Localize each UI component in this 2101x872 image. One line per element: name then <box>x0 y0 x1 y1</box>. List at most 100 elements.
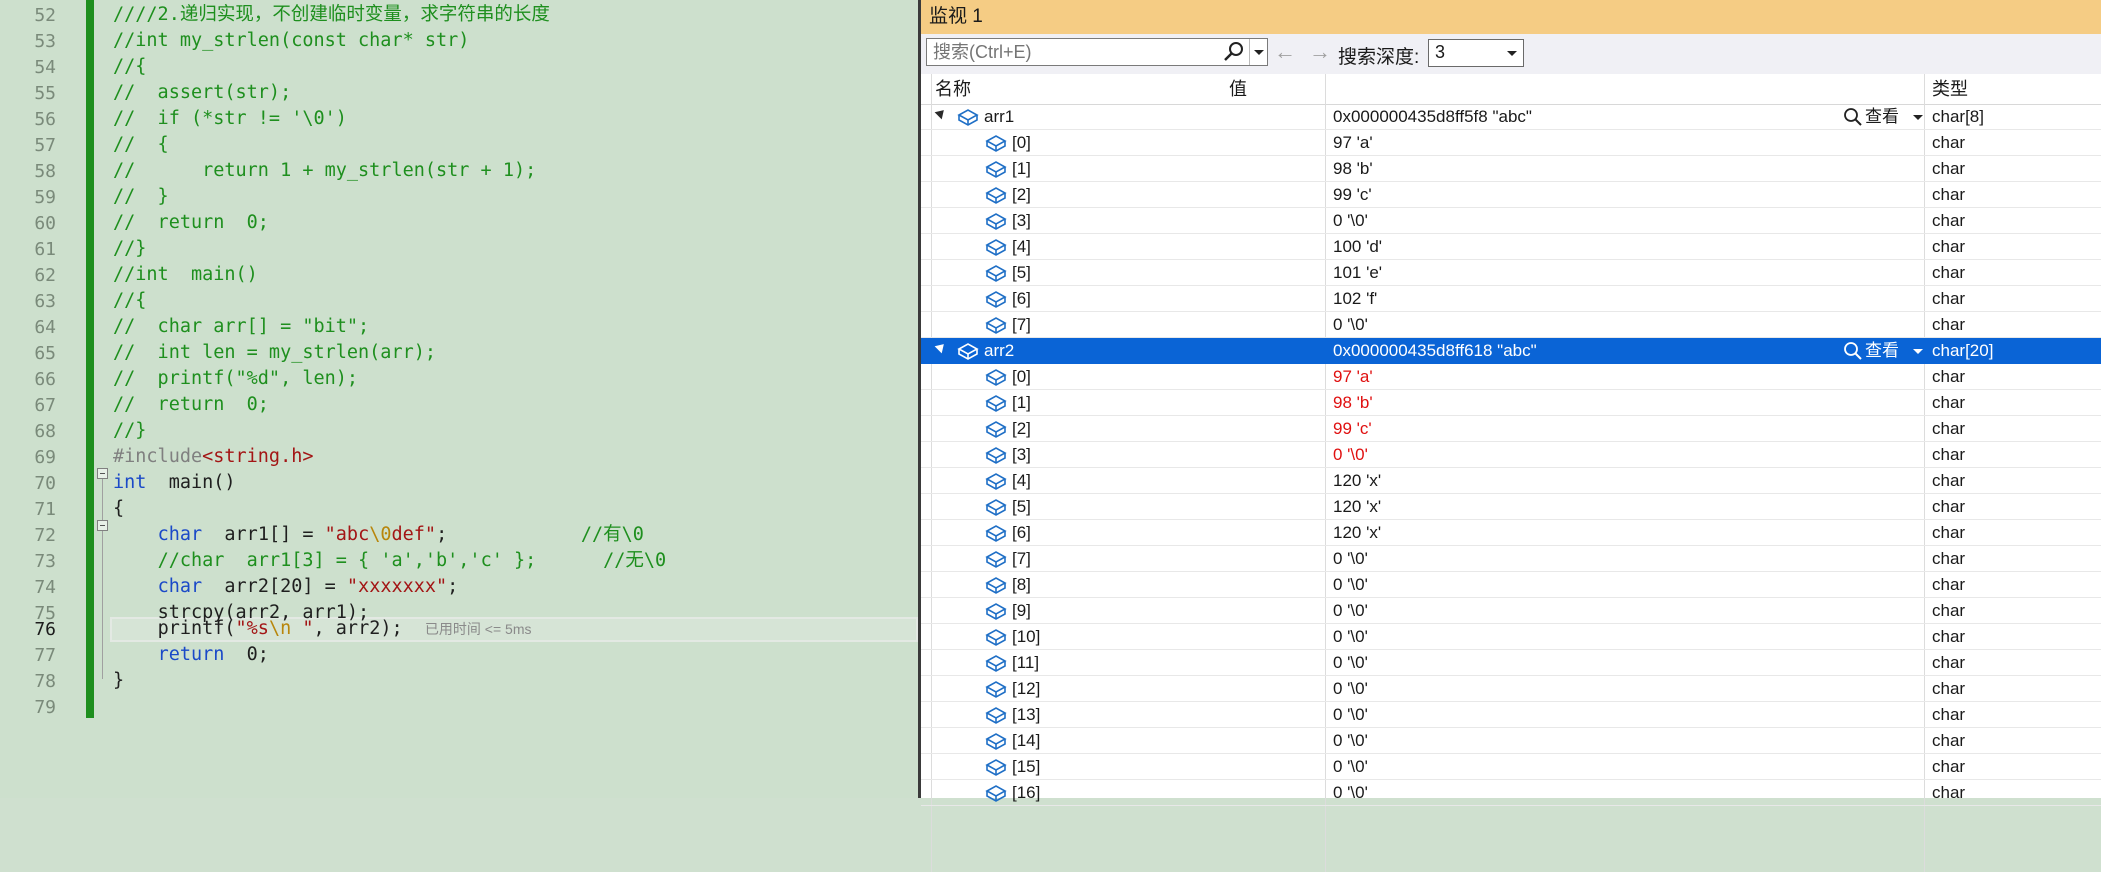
view-visualizer-button[interactable]: 查看 <box>1839 104 1925 130</box>
watch-row-arr1[interactable]: arr1 0x000000435d8ff5f8 "abc" 查看 char[8] <box>921 104 2101 130</box>
watch-item-type: char <box>1932 419 1966 438</box>
variable-object-icon <box>985 291 1007 308</box>
watch-item-value[interactable]: 0 '\0' <box>1333 546 1368 572</box>
watch-row-element[interactable]: [3] 0 '\0' char <box>921 208 2101 234</box>
variable-object-icon <box>985 161 1007 178</box>
watch-row-element[interactable]: [7] 0 '\0' char <box>921 546 2101 572</box>
variable-object-icon <box>985 655 1007 672</box>
header-name: <string.h> <box>202 446 314 467</box>
watch-item-type: char <box>1932 315 1966 334</box>
watch-item-value[interactable]: 0 '\0' <box>1333 572 1368 598</box>
watch-item-value[interactable]: 0x000000435d8ff618 "abc" <box>1333 338 1537 364</box>
code-line-commented-arr1: //char arr1[3] = { 'a','b','c' }; //无\0 <box>113 548 667 574</box>
chevron-down-icon[interactable] <box>1909 104 1923 130</box>
watch-item-value[interactable]: 0x000000435d8ff5f8 "abc" <box>1333 104 1532 130</box>
watch-item-value[interactable]: 99 'c' <box>1333 416 1372 442</box>
watch-item-value[interactable]: 0 '\0' <box>1333 780 1368 806</box>
search-depth-select[interactable]: 3 <box>1428 39 1524 67</box>
watch-row-element[interactable]: [3] 0 '\0' char <box>921 442 2101 468</box>
search-next-button[interactable]: → <box>1306 40 1334 64</box>
watch-item-value[interactable]: 0 '\0' <box>1333 650 1368 676</box>
watch-item-name: arr2 <box>984 341 1015 360</box>
watch-row-arr2[interactable]: arr2 0x000000435d8ff618 "abc" 查看 char[20] <box>921 338 2101 364</box>
column-header-name[interactable]: 名称 <box>927 74 971 104</box>
watch-item-type: char <box>1932 783 1966 802</box>
watch-item-value[interactable]: 120 'x' <box>1333 468 1381 494</box>
watch-row-element[interactable]: [1] 98 'b' char <box>921 390 2101 416</box>
watch-row-element[interactable]: [9] 0 '\0' char <box>921 598 2101 624</box>
search-options-dropdown[interactable] <box>1249 39 1268 65</box>
view-visualizer-button[interactable]: 查看 <box>1839 338 1925 364</box>
fold-guide-line <box>102 479 103 679</box>
code-editor[interactable]: 52 53 54 55 56 57 58 59 60 61 62 63 64 6… <box>0 0 918 798</box>
collapse-arrow-icon[interactable] <box>934 106 948 120</box>
watch-row-element[interactable]: [5] 101 'e' char <box>921 260 2101 286</box>
watch-row-element[interactable]: [8] 0 '\0' char <box>921 572 2101 598</box>
fold-main-toggle[interactable] <box>97 468 108 479</box>
watch-item-value[interactable]: 0 '\0' <box>1333 598 1368 624</box>
watch-row-element[interactable]: [16] 0 '\0' char <box>921 780 2101 806</box>
search-depth-value: 3 <box>1435 42 1446 62</box>
variable-object-icon <box>957 109 979 126</box>
watch-row-element[interactable]: [4] 100 'd' char <box>921 234 2101 260</box>
code-line-main: int main() <box>113 470 236 496</box>
code-line-include: #include<string.h> <box>113 444 314 470</box>
code-line-arr2: char arr2[20] = "xxxxxxx"; <box>113 574 459 600</box>
watch-window-title[interactable]: 监视 1 <box>921 0 2101 35</box>
watch-item-value[interactable]: 97 'a' <box>1333 364 1373 390</box>
watch-item-value[interactable]: 98 'b' <box>1333 390 1373 416</box>
watch-item-value[interactable]: 0 '\0' <box>1333 624 1368 650</box>
watch-item-value[interactable]: 0 '\0' <box>1333 312 1368 338</box>
column-header-value[interactable]: 值 <box>1221 74 1247 104</box>
watch-item-value[interactable]: 100 'd' <box>1333 234 1382 260</box>
view-label: 查看 <box>1865 341 1899 360</box>
watch-row-element[interactable]: [14] 0 '\0' char <box>921 728 2101 754</box>
line-number: 78 <box>34 671 56 692</box>
watch-row-element[interactable]: [6] 102 'f' char <box>921 286 2101 312</box>
watch-item-value[interactable]: 0 '\0' <box>1333 728 1368 754</box>
search-icon[interactable] <box>1222 41 1246 63</box>
watch-item-value[interactable]: 0 '\0' <box>1333 676 1368 702</box>
watch-item-value[interactable]: 0 '\0' <box>1333 754 1368 780</box>
chevron-down-icon[interactable] <box>1503 40 1519 66</box>
watch-row-element[interactable]: [1] 98 'b' char <box>921 156 2101 182</box>
code-line: // return 1 + my_strlen(str + 1); <box>113 160 537 181</box>
watch-row-element[interactable]: [12] 0 '\0' char <box>921 676 2101 702</box>
string-literal: def" <box>391 524 437 545</box>
search-previous-button[interactable]: ← <box>1271 40 1299 64</box>
watch-row-element[interactable]: [13] 0 '\0' char <box>921 702 2101 728</box>
watch-row-element[interactable]: [7] 0 '\0' char <box>921 312 2101 338</box>
watch-item-value[interactable]: 97 'a' <box>1333 130 1373 156</box>
watch-row-element[interactable]: [15] 0 '\0' char <box>921 754 2101 780</box>
change-indicator-bar <box>86 0 94 718</box>
collapse-arrow-icon[interactable] <box>934 340 948 354</box>
watch-item-value[interactable]: 99 'c' <box>1333 182 1372 208</box>
watch-item-value[interactable]: 98 'b' <box>1333 156 1373 182</box>
watch-row-element[interactable]: [11] 0 '\0' char <box>921 650 2101 676</box>
fold-block-toggle[interactable] <box>97 520 108 531</box>
watch-row-element[interactable]: [6] 120 'x' char <box>921 520 2101 546</box>
watch-item-value[interactable]: 101 'e' <box>1333 260 1382 286</box>
watch-item-value[interactable]: 120 'x' <box>1333 520 1381 546</box>
watch-row-element[interactable]: [2] 99 'c' char <box>921 416 2101 442</box>
watch-row-element[interactable]: [4] 120 'x' char <box>921 468 2101 494</box>
chevron-down-icon[interactable] <box>1909 338 1923 364</box>
watch-row-element[interactable]: [5] 120 'x' char <box>921 494 2101 520</box>
watch-item-name: [6] <box>1012 289 1031 308</box>
line-number: 77 <box>34 645 56 666</box>
watch-item-name: [0] <box>1012 133 1031 152</box>
watch-row-element[interactable]: [2] 99 'c' char <box>921 182 2101 208</box>
watch-row-element[interactable]: [0] 97 'a' char <box>921 130 2101 156</box>
line-number: 61 <box>34 239 56 260</box>
watch-item-value[interactable]: 0 '\0' <box>1333 702 1368 728</box>
watch-item-value[interactable]: 0 '\0' <box>1333 208 1368 234</box>
variable-object-icon <box>985 395 1007 412</box>
watch-row-element[interactable]: [10] 0 '\0' char <box>921 624 2101 650</box>
watch-item-value[interactable]: 120 'x' <box>1333 494 1381 520</box>
watch-item-value[interactable]: 102 'f' <box>1333 286 1377 312</box>
column-header-type[interactable]: 类型 <box>1924 74 1968 104</box>
watch-row-element[interactable]: [0] 97 'a' char <box>921 364 2101 390</box>
elapsed-time-hint[interactable]: 已用时间 <= 5ms <box>425 621 532 637</box>
watch-item-value[interactable]: 0 '\0' <box>1333 442 1368 468</box>
search-input[interactable] <box>929 40 1227 64</box>
